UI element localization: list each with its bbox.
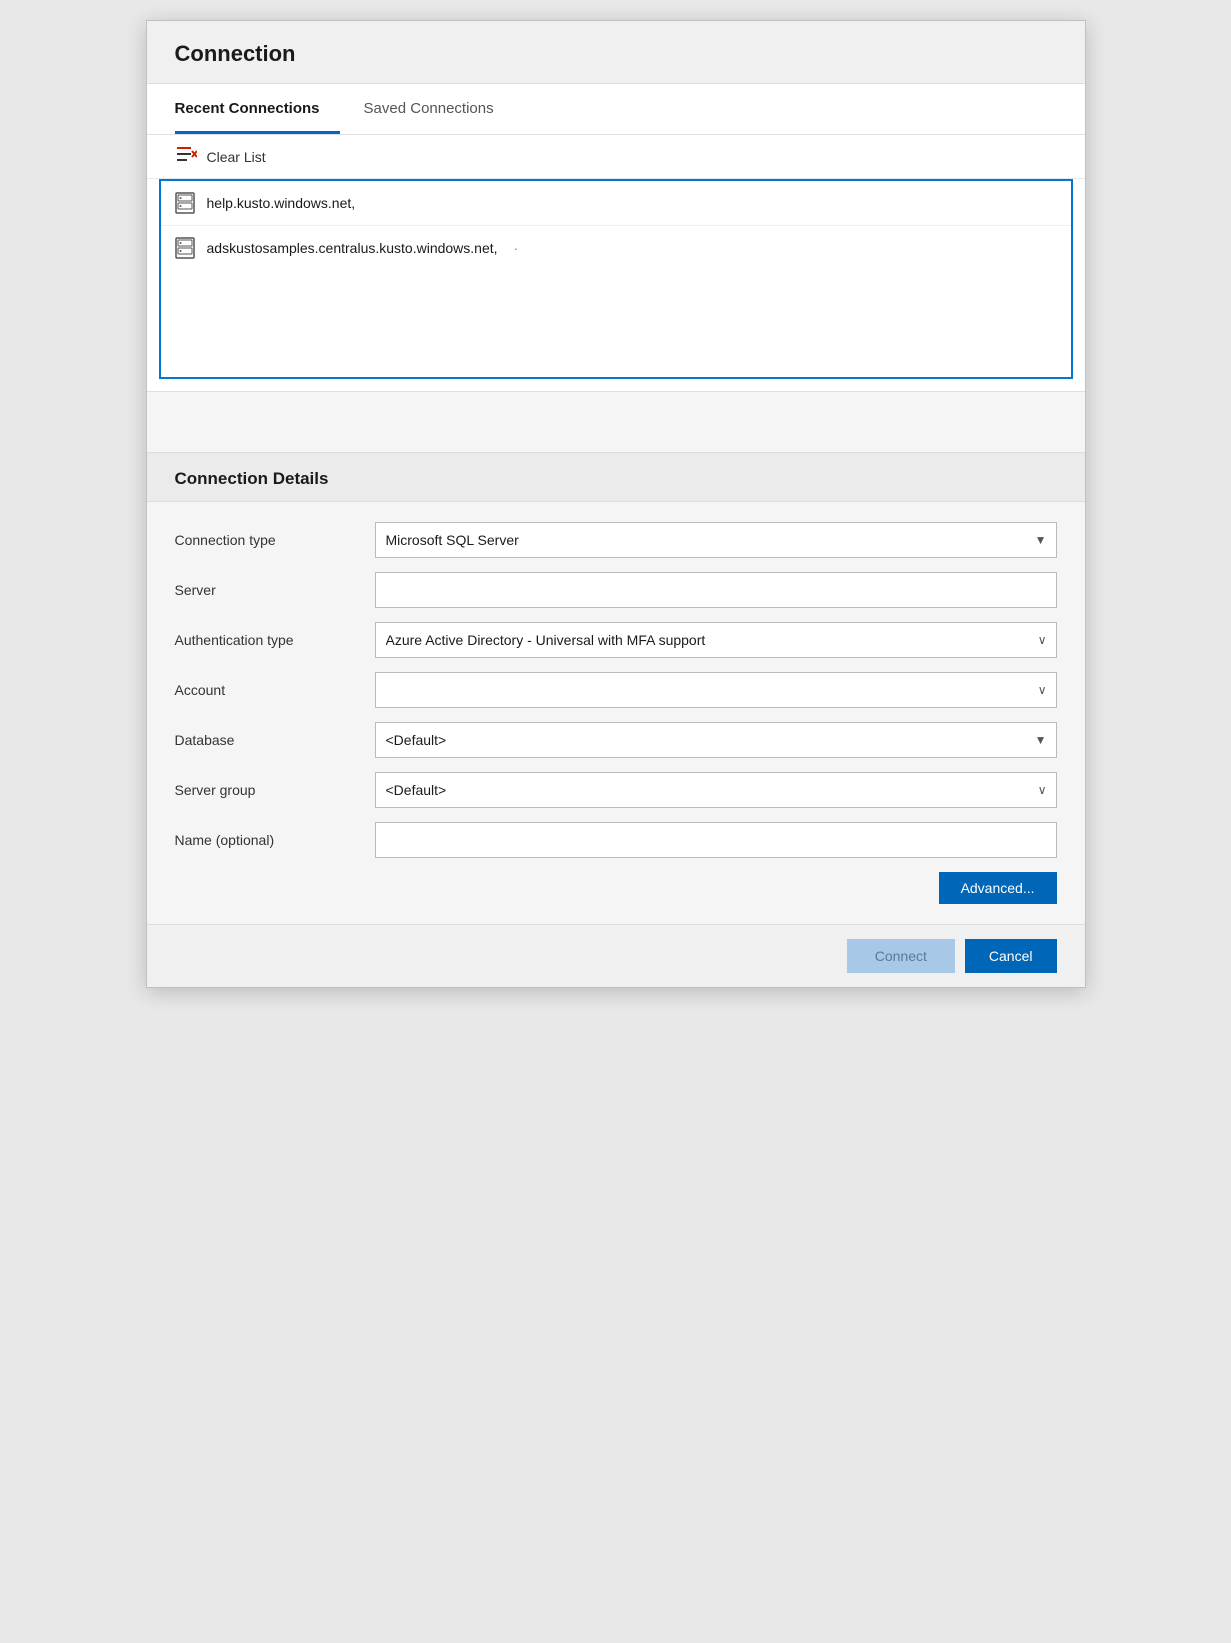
name-input[interactable] <box>375 822 1057 858</box>
advanced-button[interactable]: Advanced... <box>939 872 1057 904</box>
auth-type-wrapper: Azure Active Directory - Universal with … <box>375 622 1057 658</box>
clear-list-icon <box>175 145 197 168</box>
connection-details-section: Connection Details Connection type Micro… <box>147 452 1085 924</box>
auth-type-row: Authentication type Azure Active Directo… <box>175 622 1057 658</box>
connections-area: Clear List help.kusto.windows.net, <box>147 135 1085 392</box>
connection-item[interactable]: adskustosamples.centralus.kusto.windows.… <box>161 226 1071 270</box>
connection-type-row: Connection type Microsoft SQL Server Pos… <box>175 522 1057 558</box>
account-select[interactable] <box>375 672 1057 708</box>
connections-list: help.kusto.windows.net, adskustosamples.… <box>159 179 1073 379</box>
server-icon <box>175 236 195 260</box>
database-wrapper: <Default> ▼ <box>375 722 1057 758</box>
server-group-row: Server group <Default> ∨ <box>175 772 1057 808</box>
database-label: Database <box>175 732 375 748</box>
server-input[interactable] <box>375 572 1057 608</box>
server-group-select[interactable]: <Default> <box>375 772 1057 808</box>
tab-saved-label: Saved Connections <box>364 100 494 117</box>
database-select[interactable]: <Default> <box>375 722 1057 758</box>
tab-recent-connections[interactable]: Recent Connections <box>175 84 340 134</box>
section-header: Connection Details <box>147 452 1085 502</box>
name-row: Name (optional) <box>175 822 1057 858</box>
connection-item[interactable]: help.kusto.windows.net, <box>161 181 1071 226</box>
dialog-footer: Connect Cancel <box>147 924 1085 987</box>
tabs-section: Recent Connections Saved Connections <box>147 84 1085 135</box>
clear-list-label: Clear List <box>207 149 266 165</box>
connection-type-wrapper: Microsoft SQL Server PostgreSQL MySQL SQ… <box>375 522 1057 558</box>
server-group-wrapper: <Default> ∨ <box>375 772 1057 808</box>
server-icon <box>175 191 195 215</box>
auth-type-select[interactable]: Azure Active Directory - Universal with … <box>375 622 1057 658</box>
server-group-label: Server group <box>175 782 375 798</box>
tab-saved-connections[interactable]: Saved Connections <box>364 84 514 134</box>
server-row: Server <box>175 572 1057 608</box>
tab-recent-label: Recent Connections <box>175 100 320 117</box>
tabs-container: Recent Connections Saved Connections <box>175 84 1057 134</box>
advanced-row: Advanced... <box>175 872 1057 904</box>
server-label: Server <box>175 582 375 598</box>
database-row: Database <Default> ▼ <box>175 722 1057 758</box>
account-wrapper: ∨ <box>375 672 1057 708</box>
account-row: Account ∨ <box>175 672 1057 708</box>
connect-button[interactable]: Connect <box>847 939 955 973</box>
spacer <box>147 392 1085 452</box>
form-area: Connection type Microsoft SQL Server Pos… <box>147 502 1085 924</box>
connection-secondary-2: · <box>514 240 519 256</box>
name-label: Name (optional) <box>175 832 375 848</box>
connection-type-label: Connection type <box>175 532 375 548</box>
connection-server-2: adskustosamples.centralus.kusto.windows.… <box>207 240 498 256</box>
connection-type-select[interactable]: Microsoft SQL Server PostgreSQL MySQL SQ… <box>375 522 1057 558</box>
auth-type-label: Authentication type <box>175 632 375 648</box>
cancel-button[interactable]: Cancel <box>965 939 1057 973</box>
account-label: Account <box>175 682 375 698</box>
dialog-title: Connection <box>147 21 1085 84</box>
connection-server-1: help.kusto.windows.net, <box>207 195 356 211</box>
connection-dialog: Connection Recent Connections Saved Conn… <box>146 20 1086 988</box>
clear-list-bar[interactable]: Clear List <box>147 135 1085 179</box>
